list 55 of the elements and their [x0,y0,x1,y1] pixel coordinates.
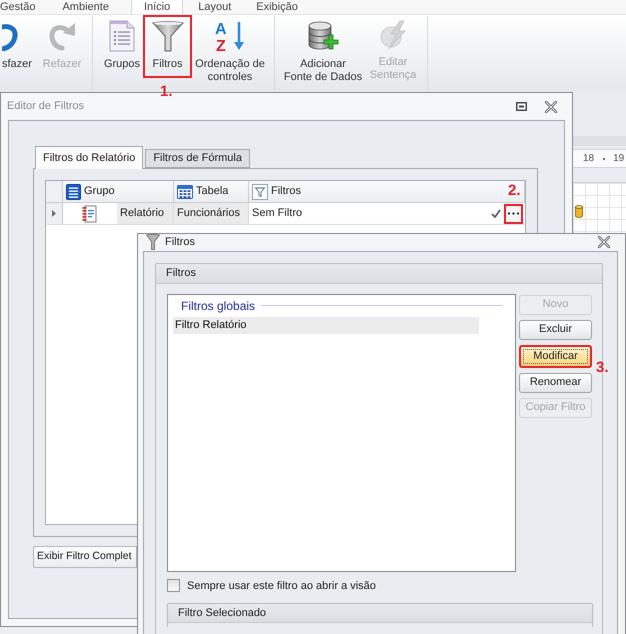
delete-button[interactable]: Excluir [519,320,592,340]
row-header-cell[interactable] [46,203,63,224]
show-full-filter-button[interactable]: Exibir Filtro Complet [33,546,137,568]
window-title: Editor de Filtros [7,99,84,114]
document-list-icon [109,20,135,52]
ellipsis-icon [508,212,519,215]
ribbon-tab[interactable]: Layout [198,0,232,14]
ellipsis-button[interactable] [504,204,523,224]
globe-lightning-icon [379,20,407,50]
database-plus-icon [307,20,339,52]
check-icon[interactable] [491,209,501,218]
redo-arrow-icon [48,21,76,51]
table-grid-icon [177,184,193,198]
list-box[interactable]: Filtros globais Filtro Relatório [167,294,516,572]
checkbox-label: Sempre usar este filtro ao abrir a visão [187,578,376,594]
filters-button[interactable]: Filtros [143,15,192,78]
checkbox[interactable] [167,579,180,592]
funnel-icon [146,234,160,250]
group-header: Filtro Selecionado [168,604,592,623]
list-item[interactable]: Filtro Relatório [173,316,479,334]
annotation-number: 3. [596,360,609,375]
table-cell: Funcionários [174,203,249,224]
modify-button[interactable]: Modificar [519,344,592,368]
annotation-number: 2. [508,183,521,198]
ruler-number: 18 [583,152,594,164]
sort-order-button[interactable]: A Z Ordenação de controles [192,15,268,78]
ribbon-tab[interactable]: Ambiente [62,0,109,14]
table-cell: Relatório [117,203,174,224]
close-icon[interactable] [598,236,610,248]
filter-icon [252,184,268,200]
close-icon[interactable] [545,100,557,112]
funnel-icon [152,20,184,52]
ruler-tick-icon [603,158,606,160]
notebook-icon [81,204,97,222]
undo-icon [2,21,18,51]
tab[interactable]: Filtros de Fórmula [145,149,250,168]
ruler-number: 19 [613,152,624,164]
add-data-source-button[interactable]: Adicionar Fonte de Dados [280,15,366,78]
ribbon-tab[interactable]: Início [130,0,184,14]
group-header: Filtros [156,264,602,284]
annotation-number: 1. [160,84,173,99]
column-header[interactable]: Tabela [174,181,249,202]
ribbon-tab[interactable]: Gestão [0,0,36,14]
list-book-icon [66,184,81,200]
groups-button[interactable]: Grupos [101,15,143,78]
rename-button[interactable]: Renomear [519,372,592,392]
dialog-title: Filtros [165,235,195,250]
tab[interactable]: Filtros do Relatório [35,146,144,169]
undo-button[interactable]: sfazer [0,15,36,78]
cell-editor-text[interactable]: Sem Filtro [252,205,302,222]
column-header[interactable]: Grupo [63,181,174,202]
list-section-header: Filtros globais [181,298,256,312]
ribbon-tab[interactable]: Exibição [256,0,298,14]
restore-icon[interactable] [516,102,527,111]
database-icon [575,205,583,218]
